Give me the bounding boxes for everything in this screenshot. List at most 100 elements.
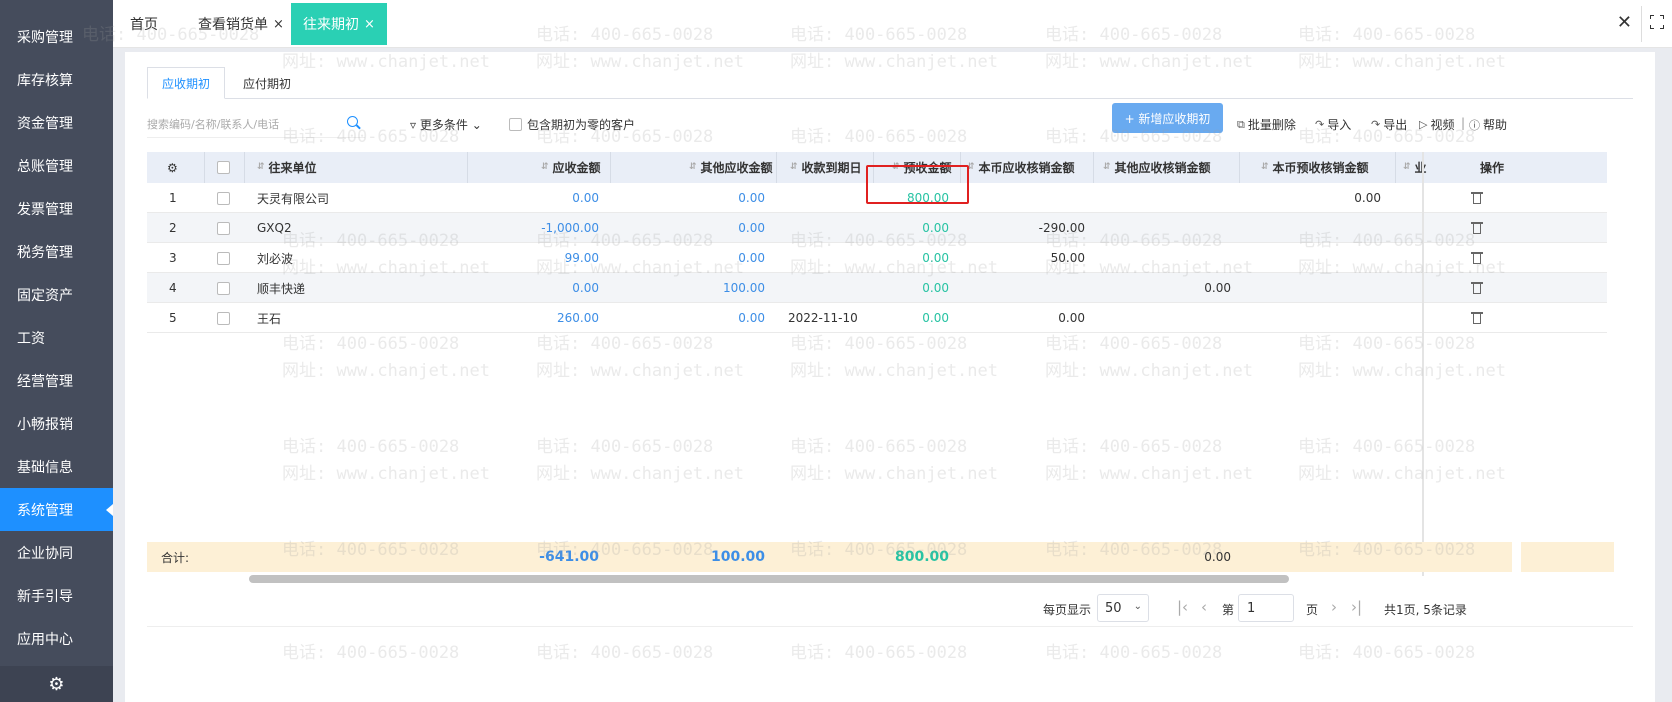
column-header-local-advance-write-off[interactable]: ⇵ 本币预收核销金额 xyxy=(1261,152,1369,183)
row-due-date[interactable]: 2022-11-10 xyxy=(788,303,858,333)
row-other-receivable[interactable]: 0.00 xyxy=(738,183,765,213)
horizontal-scrollbar[interactable] xyxy=(249,575,1289,583)
sidebar-item-purchase[interactable]: 采购管理 xyxy=(0,15,113,58)
add-receivable-opening-button[interactable]: + 新增应收期初 xyxy=(1112,103,1223,133)
sidebar-item-operations[interactable]: 经营管理 xyxy=(0,359,113,402)
close-all-icon[interactable]: ✕ xyxy=(1617,12,1632,33)
sidebar-item-system[interactable]: 系统管理 xyxy=(0,488,113,531)
row-advance[interactable]: 0.00 xyxy=(922,213,949,243)
trash-icon[interactable] xyxy=(1471,252,1483,264)
delete-row-button[interactable] xyxy=(1471,273,1483,303)
row-unit[interactable]: GXQ2 xyxy=(257,213,292,243)
row-other-receivable[interactable]: 0.00 xyxy=(738,213,765,243)
trash-icon[interactable] xyxy=(1471,282,1483,294)
sidebar-item-reimbursement[interactable]: 小畅报销 xyxy=(0,402,113,445)
table-row[interactable]: 3 刘必波 99.00 0.00 0.00 50.00 xyxy=(147,243,1607,273)
sidebar-item-apps[interactable]: 应用中心 xyxy=(0,617,113,660)
sidebar-item-fixed-assets[interactable]: 固定资产 xyxy=(0,273,113,316)
row-unit[interactable]: 顺丰快递 xyxy=(257,273,305,303)
row-checkbox[interactable] xyxy=(217,183,230,213)
sidebar-item-basic-info[interactable]: 基础信息 xyxy=(0,445,113,488)
row-checkbox[interactable] xyxy=(217,213,230,243)
row-other-receivable[interactable]: 0.00 xyxy=(738,243,765,273)
delete-row-button[interactable] xyxy=(1471,183,1483,213)
trash-icon[interactable] xyxy=(1471,312,1483,324)
delete-row-button[interactable] xyxy=(1471,303,1483,333)
row-advance[interactable]: 0.00 xyxy=(922,303,949,333)
export-button[interactable]: ↷ 导出 xyxy=(1371,116,1407,133)
search-icon[interactable] xyxy=(347,116,361,130)
row-checkbox[interactable] xyxy=(217,243,230,273)
per-page-select[interactable]: 50 ⌄ xyxy=(1097,594,1149,622)
column-header-unit[interactable]: ⇵ 往来单位 xyxy=(257,152,317,183)
trash-icon[interactable] xyxy=(1471,192,1483,204)
row-unit[interactable]: 王石 xyxy=(257,303,281,333)
import-button[interactable]: ↷ 导入 xyxy=(1315,116,1351,133)
row-receivable[interactable]: 260.00 xyxy=(557,303,599,333)
checkbox[interactable] xyxy=(509,118,522,131)
row-checkbox[interactable] xyxy=(217,273,230,303)
row-unit[interactable]: 刘必波 xyxy=(257,243,293,273)
last-page-icon[interactable]: ›| xyxy=(1351,598,1362,616)
column-header-other-write-off[interactable]: ⇵ 其他应收核销金额 xyxy=(1103,152,1211,183)
include-zero-checkbox[interactable]: 包含期初为零的客户 xyxy=(509,116,635,133)
search-input[interactable]: 搜索编码/名称/联系人/电话 xyxy=(147,110,365,138)
column-settings-icon[interactable]: ⚙ xyxy=(167,152,178,183)
row-local-advance-write-off[interactable]: 0.00 xyxy=(1354,183,1381,213)
delete-row-button[interactable] xyxy=(1471,243,1483,273)
row-number: 4 xyxy=(169,281,177,295)
row-receivable[interactable]: 99.00 xyxy=(565,243,599,273)
row-receivable[interactable]: -1,000.00 xyxy=(541,213,599,243)
sidebar-item-guide[interactable]: 新手引导 xyxy=(0,574,113,617)
tab-payable-opening[interactable]: 应付期初 xyxy=(229,67,305,99)
import-label: 导入 xyxy=(1327,118,1352,132)
trash-icon[interactable] xyxy=(1471,222,1483,234)
row-advance[interactable]: 0.00 xyxy=(922,243,949,273)
column-header-other-receivable[interactable]: ⇵ 其他应收金额 xyxy=(689,152,773,183)
close-icon[interactable]: × xyxy=(364,17,375,32)
row-other-write-off[interactable]: 0.00 xyxy=(1204,273,1231,303)
row-local-write-off[interactable]: -290.00 xyxy=(1039,213,1085,243)
row-receivable[interactable]: 0.00 xyxy=(572,273,599,303)
sidebar-item-invoice[interactable]: 发票管理 xyxy=(0,187,113,230)
search-placeholder: 搜索编码/名称/联系人/电话 xyxy=(147,117,280,131)
more-filters-button[interactable]: ▿ 更多条件 ⌄ xyxy=(410,116,482,133)
video-button[interactable]: ▷ 视频 xyxy=(1419,116,1454,133)
gear-icon[interactable]: ⚙ xyxy=(0,666,113,702)
row-checkbox[interactable] xyxy=(217,303,230,333)
tab-receivable-opening[interactable]: 应收期初 xyxy=(147,67,226,99)
row-local-write-off[interactable]: 0.00 xyxy=(1058,303,1085,333)
next-page-icon[interactable]: › xyxy=(1331,598,1337,616)
table-row[interactable]: 5 王石 260.00 0.00 2022-11-10 0.00 0.00 xyxy=(147,303,1607,333)
tab-opening-balance[interactable]: 往来期初 × xyxy=(291,3,387,45)
row-local-write-off[interactable]: 50.00 xyxy=(1051,243,1085,273)
page-number-input[interactable]: 1 xyxy=(1238,594,1294,622)
select-all-checkbox[interactable] xyxy=(217,152,230,183)
table-row[interactable]: 2 GXQ2 -1,000.00 0.00 0.00 -290.00 xyxy=(147,213,1607,243)
first-page-icon[interactable]: |‹ xyxy=(1177,598,1188,616)
delete-row-button[interactable] xyxy=(1471,213,1483,243)
row-other-receivable[interactable]: 100.00 xyxy=(723,273,765,303)
help-button[interactable]: ⓘ 帮助 xyxy=(1469,116,1507,133)
row-other-receivable[interactable]: 0.00 xyxy=(738,303,765,333)
sidebar-item-funds[interactable]: 资金管理 xyxy=(0,101,113,144)
sidebar-item-tax[interactable]: 税务管理 xyxy=(0,230,113,273)
prev-page-icon[interactable]: ‹ xyxy=(1201,598,1207,616)
row-unit[interactable]: 天灵有限公司 xyxy=(257,183,329,213)
row-receivable[interactable]: 0.00 xyxy=(572,183,599,213)
sidebar-item-ledger[interactable]: 总账管理 xyxy=(0,144,113,187)
close-icon[interactable]: × xyxy=(273,17,284,32)
row-advance[interactable]: 0.00 xyxy=(922,273,949,303)
tab-home[interactable]: 首页 xyxy=(130,3,158,45)
table-row[interactable]: 4 顺丰快递 0.00 100.00 0.00 0.00 xyxy=(147,273,1607,303)
fullscreen-icon[interactable] xyxy=(1650,15,1664,29)
column-header-due-date[interactable]: ⇵ 收款到期日 xyxy=(790,152,862,183)
sidebar-item-label: 资金管理 xyxy=(17,115,73,132)
sidebar-item-collaboration[interactable]: 企业协同 xyxy=(0,531,113,574)
column-header-local-write-off[interactable]: ⇵ 本币应收核销金额 xyxy=(967,152,1075,183)
sidebar-item-payroll[interactable]: 工资 xyxy=(0,316,113,359)
sidebar-item-inventory[interactable]: 库存核算 xyxy=(0,58,113,101)
column-header-receivable[interactable]: ⇵ 应收金额 xyxy=(541,152,601,183)
tab-sales-order[interactable]: 查看销货单 × xyxy=(198,3,284,45)
batch-delete-button[interactable]: ⧉ 批量删除 xyxy=(1237,116,1296,133)
